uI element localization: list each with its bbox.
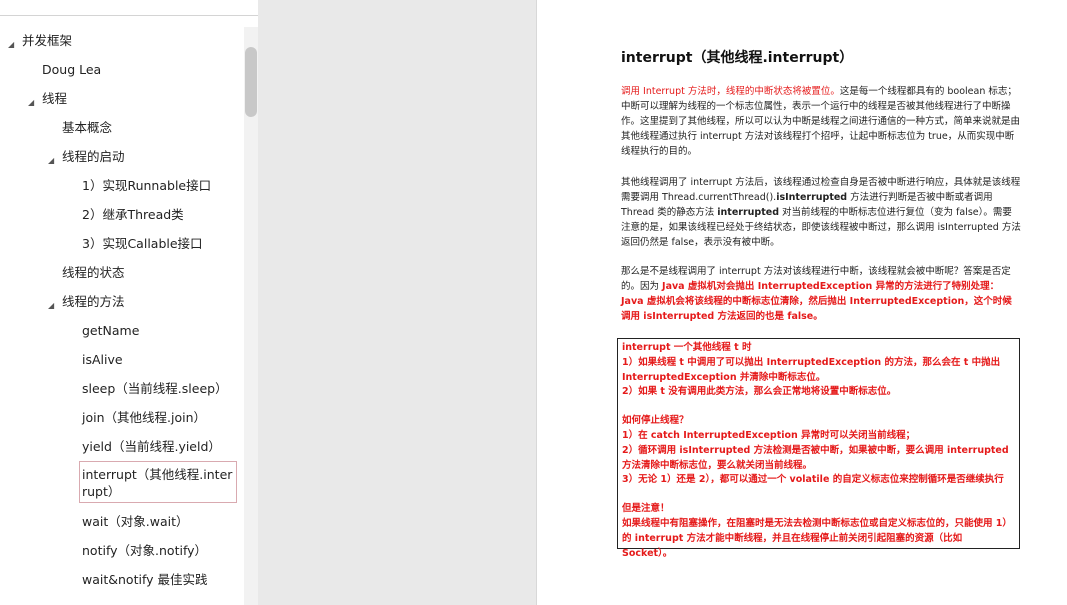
- outline-item-isalive[interactable]: isAlive: [82, 351, 123, 368]
- outline-panel: ◢ 并发框架 Doug Lea ◢ 线程 基本概念 ◢ 线程的启动 1）实现Ru…: [0, 0, 258, 605]
- code-text: isInterrupted: [776, 192, 848, 203]
- outline-item-getname[interactable]: getName: [82, 322, 139, 339]
- document-page: interrupt（其他线程.interrupt） 调用 Interrupt 方…: [536, 0, 1067, 605]
- box-line: 但是注意！: [622, 503, 670, 515]
- outline-item-sleep[interactable]: sleep（当前线程.sleep）: [82, 380, 228, 397]
- outline-item-notify[interactable]: notify（对象.notify）: [82, 542, 207, 559]
- scrollbar-thumb[interactable]: [245, 47, 257, 117]
- outline-item-thread-class[interactable]: 2）继承Thread类: [82, 206, 184, 223]
- outline-item-label: 并发框架: [22, 33, 73, 48]
- box-line: [622, 400, 1015, 414]
- outline-item-yield[interactable]: yield（当前线程.yield）: [82, 438, 221, 455]
- document-canvas: interrupt（其他线程.interrupt） 调用 Interrupt 方…: [258, 0, 1067, 605]
- outline-item-callable[interactable]: 3）实现Callable接口: [82, 235, 203, 252]
- outline-item-wait-notify-best-practice[interactable]: wait&notify 最佳实践: [82, 571, 208, 588]
- box-line: 1）如果线程 t 中调用了可以抛出 InterruptedException 的…: [622, 356, 1001, 383]
- box-line: 1）在 catch InterruptedException 异常时可以关闭当前…: [622, 429, 916, 441]
- box-line: interrupt 一个其他线程 t 时: [622, 342, 752, 353]
- paragraph-2: 其他线程调用了 interrupt 方法后，该线程通过检查自身是否被中断进行响应…: [621, 175, 1021, 250]
- divider: [0, 15, 258, 16]
- box-line: 如果线程中有阻塞操作，在阻塞时是无法去检测中断标志位或自定义标志位的，只能使用 …: [622, 517, 1012, 559]
- outline-item-doug-lea[interactable]: Doug Lea: [42, 61, 101, 78]
- highlight-text: 调用 Interrupt 方法时，线程的中断状态将被置位。: [621, 86, 840, 97]
- summary-box: interrupt 一个其他线程 t 时 1）如果线程 t 中调用了可以抛出 I…: [617, 338, 1020, 559]
- outline-item-label: 线程的方法: [62, 294, 125, 309]
- outline-item-runnable[interactable]: 1）实现Runnable接口: [82, 177, 211, 194]
- outline-scrollbar[interactable]: [244, 27, 258, 605]
- highlight-text: Java 虚拟机对会抛出 InterruptedException 异常的方法进…: [621, 281, 1012, 322]
- paragraph-3: 那么是不是线程调用了 interrupt 方法对该线程进行中断，该线程就会被中断…: [621, 264, 1021, 324]
- collapse-triangle-icon[interactable]: ◢: [48, 297, 54, 314]
- outline-item-label: 线程: [42, 91, 68, 106]
- collapse-triangle-icon[interactable]: ◢: [48, 152, 54, 169]
- outline-item-join[interactable]: join（其他线程.join）: [82, 409, 206, 426]
- box-line: [622, 488, 1015, 502]
- collapse-triangle-icon[interactable]: ◢: [28, 94, 34, 111]
- collapse-triangle-icon[interactable]: ◢: [8, 36, 14, 53]
- code-text: interrupted: [717, 207, 779, 218]
- outline-item-label: 线程的启动: [62, 149, 125, 164]
- outline-item-thread-state[interactable]: 线程的状态: [62, 264, 125, 281]
- box-line: 3）无论 1）还是 2），都可以通过一个 volatile 的自定义标志位来控制…: [622, 474, 1004, 486]
- box-line: 2）如果 t 没有调用此类方法，那么会正常地将设置中断标志位。: [622, 386, 897, 398]
- outline-item-basic-concepts[interactable]: 基本概念: [62, 119, 112, 136]
- box-line: 2）循环调用 isInterrupted 方法检测是否被中断，如果被中断，要么调…: [622, 444, 1009, 471]
- outline-item-wait[interactable]: wait（对象.wait）: [82, 513, 189, 530]
- box-line: 如何停止线程？: [622, 415, 689, 427]
- outline-item-interrupt[interactable]: interrupt（其他线程.interrupt）: [79, 461, 237, 503]
- paragraph-1: 调用 Interrupt 方法时，线程的中断状态将被置位。这是每一个线程都具有的…: [621, 84, 1021, 159]
- section-title: interrupt（其他线程.interrupt）: [621, 50, 854, 66]
